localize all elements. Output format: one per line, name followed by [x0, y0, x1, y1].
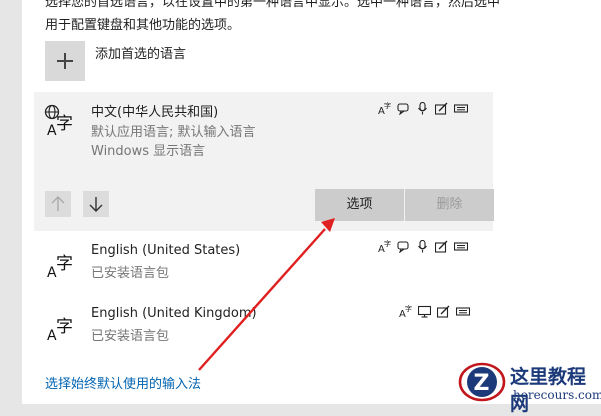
keyboard-icon	[454, 240, 468, 253]
language-item-en-gb[interactable]: A字 English (United Kingdom) 已安装语言包 A字	[34, 297, 493, 351]
intro-line-2: 用于配置键盘和其他功能的选项。	[45, 18, 241, 33]
add-language-label[interactable]: 添加首选的语言	[95, 43, 186, 62]
language-detail: 已安装语言包	[91, 266, 170, 281]
keyboard-icon	[456, 305, 470, 318]
watermark: Z 这里教程网 herecours.com	[455, 358, 601, 415]
watermark-logo-icon: Z	[458, 362, 506, 402]
speech-icon	[397, 240, 410, 253]
handwriting-icon	[435, 102, 448, 115]
intro-line-1: 选择您的首选语言，以在设置中的第一种语言中显示。选中一种语言，然后选中	[45, 0, 501, 10]
language-item-zh-cn[interactable]: A 字 中文(中华人民共和国) 默认应用语言; 默认输入语言 Windows 显…	[34, 92, 494, 231]
language-feature-icons: A字	[378, 102, 468, 115]
microphone-icon	[416, 240, 429, 253]
svg-text:Z: Z	[474, 371, 490, 396]
speech-icon	[397, 102, 410, 115]
text-to-speech-icon: A字	[378, 102, 391, 115]
svg-text:字: 字	[56, 114, 73, 134]
text-to-speech-icon: A字	[399, 305, 412, 318]
language-feature-icons: A字	[378, 240, 468, 253]
language-settings-panel: 选择您的首选语言，以在设置中的第一种语言中显示。选中一种语言，然后选中 用于配置…	[22, 0, 601, 404]
move-up-button[interactable]	[45, 191, 71, 217]
language-feature-icons: A字	[399, 305, 470, 318]
intro-text: 选择您的首选语言，以在设置中的第一种语言中显示。选中一种语言，然后选中 用于配置…	[45, 0, 500, 37]
monitor-icon	[418, 305, 431, 318]
options-button[interactable]: 选项	[315, 189, 404, 221]
handwriting-icon	[437, 305, 450, 318]
language-detail: 默认应用语言; 默认输入语言	[91, 125, 256, 140]
arrow-down-icon	[89, 197, 103, 212]
svg-text:字: 字	[56, 254, 73, 274]
language-pack-icon: A字	[44, 246, 78, 280]
remove-button[interactable]: 删除	[405, 189, 494, 221]
language-name: English (United States)	[91, 243, 241, 258]
language-item-en-us[interactable]: A字 English (United States) 已安装语言包 A字	[34, 234, 493, 288]
svg-text:字: 字	[384, 240, 391, 248]
language-name: 中文(中华人民共和国)	[91, 105, 219, 120]
language-pack-icon: A字	[44, 309, 78, 343]
svg-text:字: 字	[56, 317, 73, 337]
microphone-icon	[416, 102, 429, 115]
svg-text:字: 字	[384, 102, 391, 110]
language-detail-2: Windows 显示语言	[91, 144, 206, 159]
move-down-button[interactable]	[83, 191, 109, 217]
display-language-icon: A 字	[44, 104, 78, 138]
language-name: English (United Kingdom)	[91, 306, 257, 321]
add-language-button[interactable]	[45, 41, 85, 81]
handwriting-icon	[435, 240, 448, 253]
language-detail: 已安装语言包	[91, 329, 170, 344]
watermark-url: herecours.com	[513, 388, 601, 402]
arrow-up-icon	[51, 196, 65, 211]
keyboard-icon	[454, 102, 468, 115]
svg-text:字: 字	[405, 305, 412, 313]
default-input-method-link[interactable]: 选择始终默认使用的输入法	[45, 373, 201, 392]
text-to-speech-icon: A字	[378, 240, 391, 253]
